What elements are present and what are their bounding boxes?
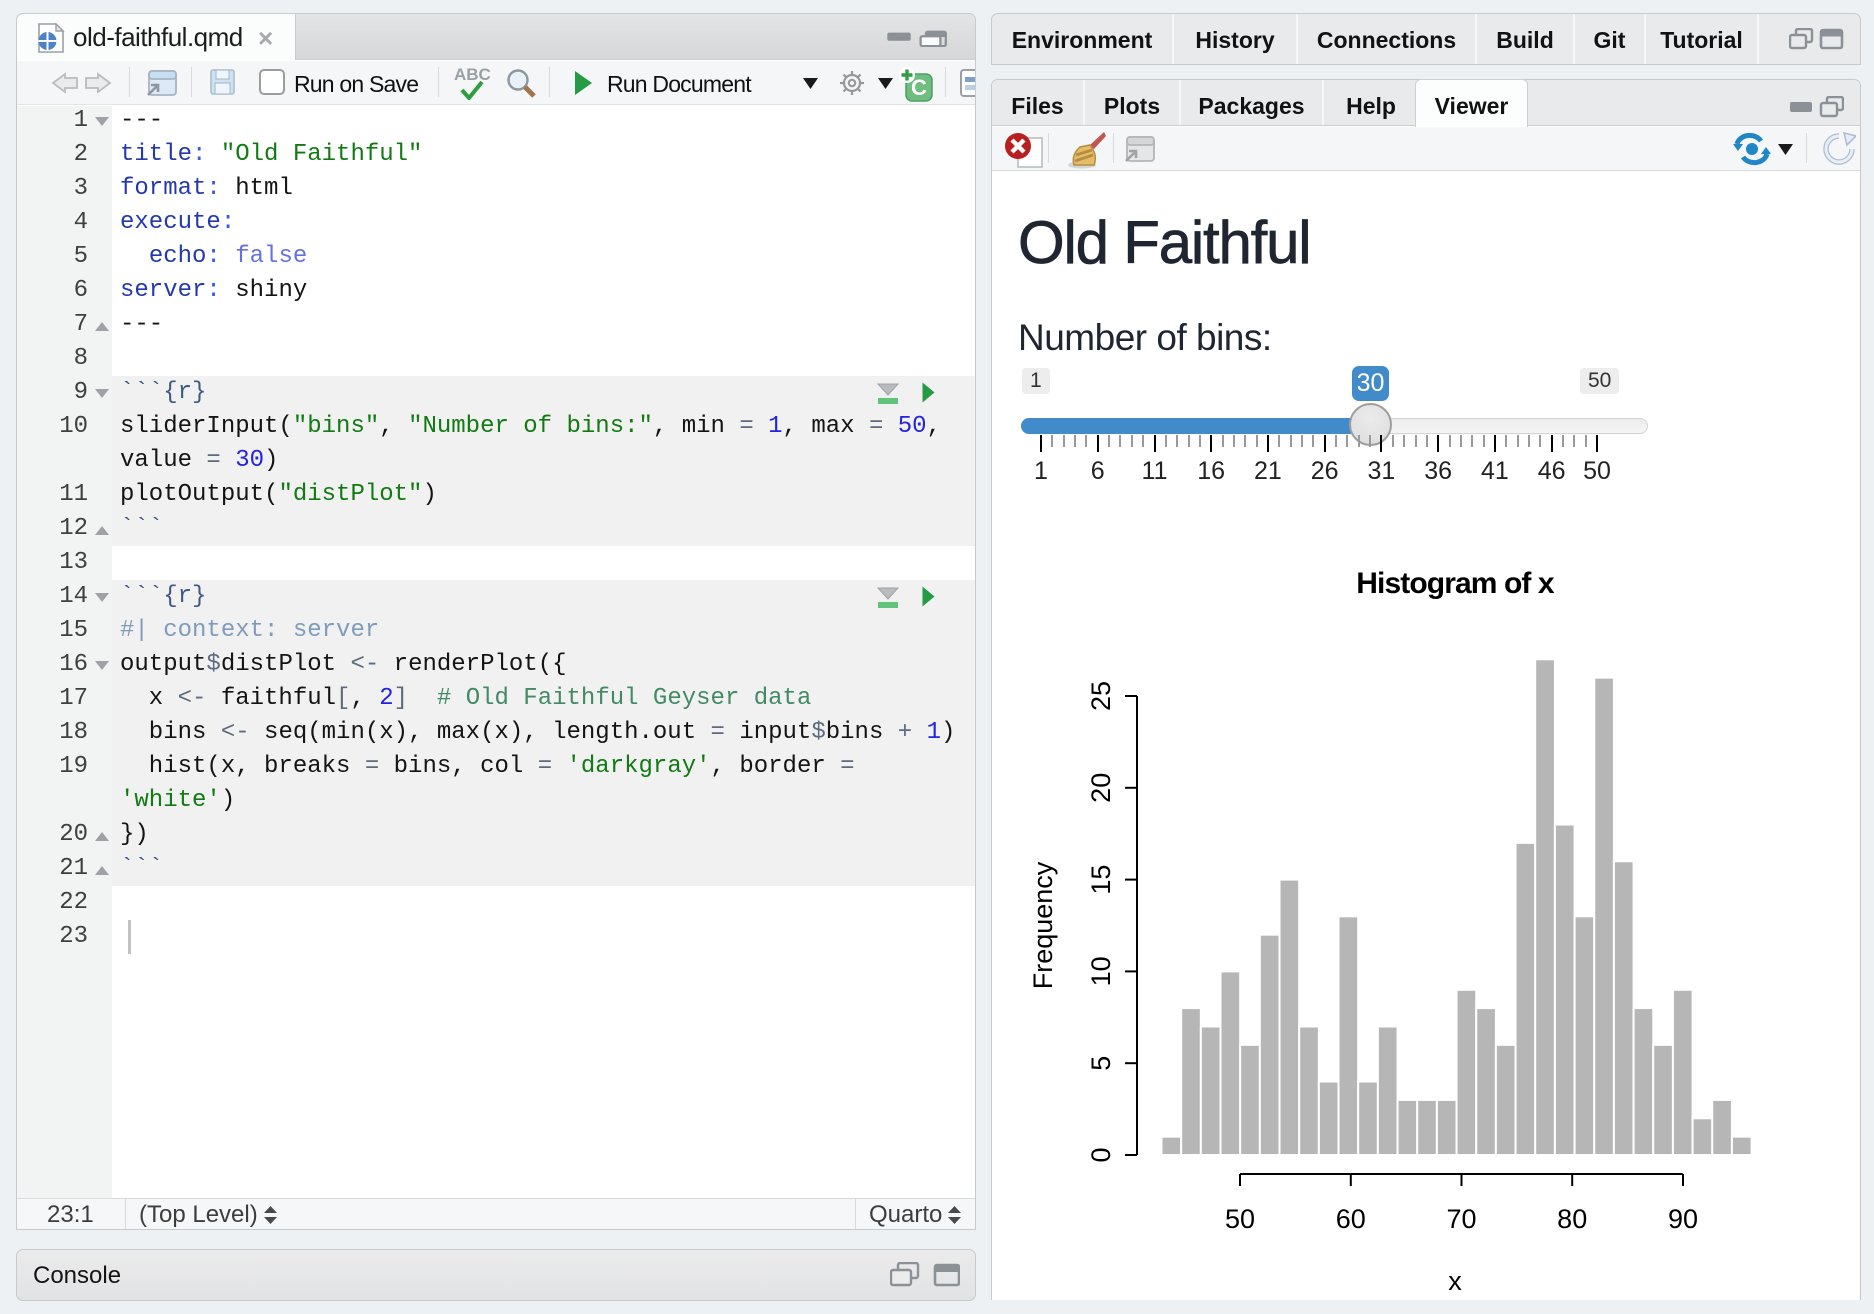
svg-text:60: 60 bbox=[1336, 1204, 1366, 1234]
svg-text:20: 20 bbox=[1086, 773, 1116, 803]
svg-text:10: 10 bbox=[1086, 956, 1116, 986]
svg-text:Histogram of x: Histogram of x bbox=[1356, 567, 1555, 600]
svg-text:80: 80 bbox=[1557, 1204, 1587, 1234]
svg-text:70: 70 bbox=[1446, 1204, 1476, 1234]
svg-text:50: 50 bbox=[1225, 1204, 1255, 1234]
svg-text:Frequency: Frequency bbox=[1028, 861, 1058, 989]
svg-text:x: x bbox=[1448, 1266, 1462, 1296]
svg-text:15: 15 bbox=[1086, 865, 1116, 895]
svg-text:5: 5 bbox=[1086, 1056, 1116, 1071]
svg-text:90: 90 bbox=[1668, 1204, 1698, 1234]
svg-text:0: 0 bbox=[1086, 1147, 1116, 1162]
svg-text:25: 25 bbox=[1086, 681, 1116, 711]
